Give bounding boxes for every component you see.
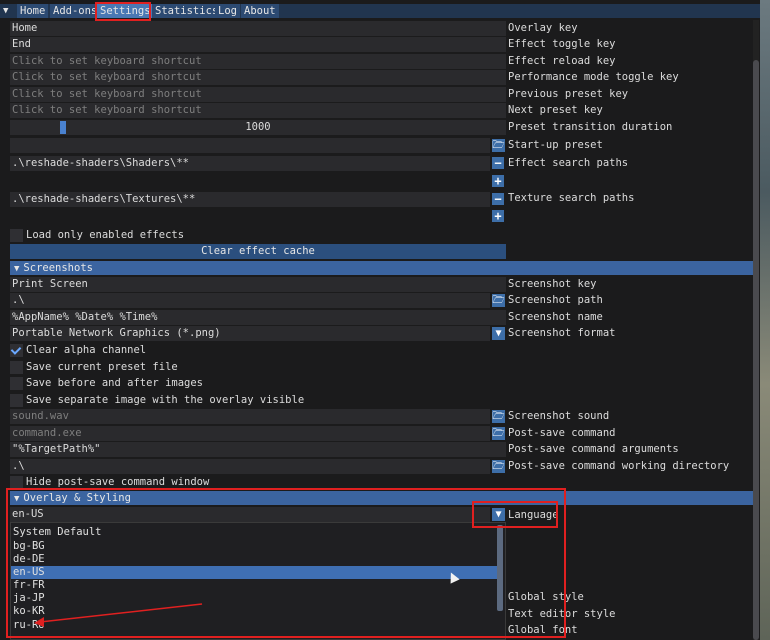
effect-search-paths-label: Effect search paths [508,157,629,169]
tab-add-ons[interactable]: Add-ons [50,4,101,18]
transition-duration-label: Preset transition duration [508,121,673,133]
tab-home[interactable]: Home [17,4,49,18]
screenshots-header-text: Screenshots [23,262,93,274]
screenshot-sound-label: Screenshot sound [508,410,610,422]
post-save-command-label: Post-save command [508,427,616,439]
expand-arrow-icon: ▼ [14,264,20,274]
transition-duration-slider[interactable]: 1000 [10,120,506,135]
load-enabled-effects-checkbox[interactable] [10,229,23,242]
folder-icon[interactable]: 🗁 [492,294,505,307]
collapse-arrow-icon[interactable]: ▼ [3,6,13,16]
add-path-icon[interactable]: + [492,210,504,222]
remove-path-icon[interactable]: − [492,193,504,205]
screenshot-name-label: Screenshot name [508,311,603,323]
startup-preset-input[interactable] [10,138,490,153]
folder-icon[interactable]: 🗁 [492,427,505,440]
save-preset-label: Save current preset file [26,361,178,373]
post-save-args-label: Post-save command arguments [508,443,679,455]
folder-icon[interactable]: 🗁 [492,410,505,423]
settings-tab-highlight [95,2,151,21]
annotation-arrow-icon [34,603,203,627]
settings-window: ▼ Home Add-ons Settings Statistics Log A… [0,0,760,640]
screenshot-format-label: Screenshot format [508,327,616,339]
save-before-after-label: Save before and after images [26,377,204,389]
save-separate-image-checkbox[interactable] [10,394,23,407]
load-enabled-effects-label: Load only enabled effects [26,229,185,241]
dropdown-arrow-icon[interactable]: ▼ [492,327,505,340]
effect-reload-key-input[interactable]: Click to set keyboard shortcut [10,54,506,69]
startup-preset-label: Start-up preset [508,139,603,151]
performance-mode-key-label: Performance mode toggle key [508,71,679,83]
scrollbar-thumb[interactable] [753,60,759,640]
post-save-dir-input[interactable]: .\ [10,459,490,474]
post-save-args-input[interactable]: "%TargetPath%" [10,442,506,457]
previous-preset-key-input[interactable]: Click to set keyboard shortcut [10,87,506,102]
performance-mode-key-input[interactable]: Click to set keyboard shortcut [10,70,506,85]
overlay-key-input[interactable]: Home [10,21,506,36]
screenshot-key-input[interactable]: Print Screen [10,277,506,292]
folder-icon[interactable]: 🗁 [492,460,505,473]
clear-alpha-checkbox[interactable] [10,344,23,357]
screenshots-section-header[interactable]: ▼ Screenshots [10,261,758,275]
screenshot-name-input[interactable]: %AppName% %Date% %Time% [10,310,506,325]
screenshot-path-input[interactable]: .\ [10,293,490,308]
screenshot-path-label: Screenshot path [508,294,603,306]
tab-about[interactable]: About [241,4,279,18]
tab-log[interactable]: Log [215,4,240,18]
add-path-icon[interactable]: + [492,175,504,187]
save-separate-image-label: Save separate image with the overlay vis… [26,394,305,406]
folder-icon[interactable]: 🗁 [492,139,505,152]
texture-search-paths-label: Texture search paths [508,192,635,204]
next-preset-key-input[interactable]: Click to set keyboard shortcut [10,103,506,118]
clear-effect-cache-button[interactable]: Clear effect cache [10,244,506,259]
screenshot-sound-input[interactable]: sound.wav [10,409,490,424]
save-before-after-checkbox[interactable] [10,377,23,390]
remove-path-icon[interactable]: − [492,157,504,169]
next-preset-key-label: Next preset key [508,104,603,116]
clear-alpha-label: Clear alpha channel [26,344,147,356]
screenshot-key-label: Screenshot key [508,278,597,290]
overlay-key-label: Overlay key [508,22,578,34]
effect-toggle-key-input[interactable]: End [10,37,506,52]
previous-preset-key-label: Previous preset key [508,88,629,100]
screenshot-format-select[interactable]: Portable Network Graphics (*.png) [10,326,490,341]
tab-statistics[interactable]: Statistics [152,4,222,18]
post-save-command-input[interactable]: command.exe [10,426,490,441]
background-scenery [760,0,770,640]
save-preset-checkbox[interactable] [10,361,23,374]
window-scrollbar[interactable] [753,20,759,640]
effect-toggle-key-label: Effect toggle key [508,38,616,50]
transition-duration-value: 1000 [245,121,271,133]
texture-search-path-input[interactable]: .\reshade-shaders\Textures\** [10,192,490,207]
post-save-dir-label: Post-save command working directory [508,460,730,472]
language-highlight [472,501,558,528]
effect-reload-key-label: Effect reload key [508,55,616,67]
effect-search-path-input[interactable]: .\reshade-shaders\Shaders\** [10,156,490,171]
